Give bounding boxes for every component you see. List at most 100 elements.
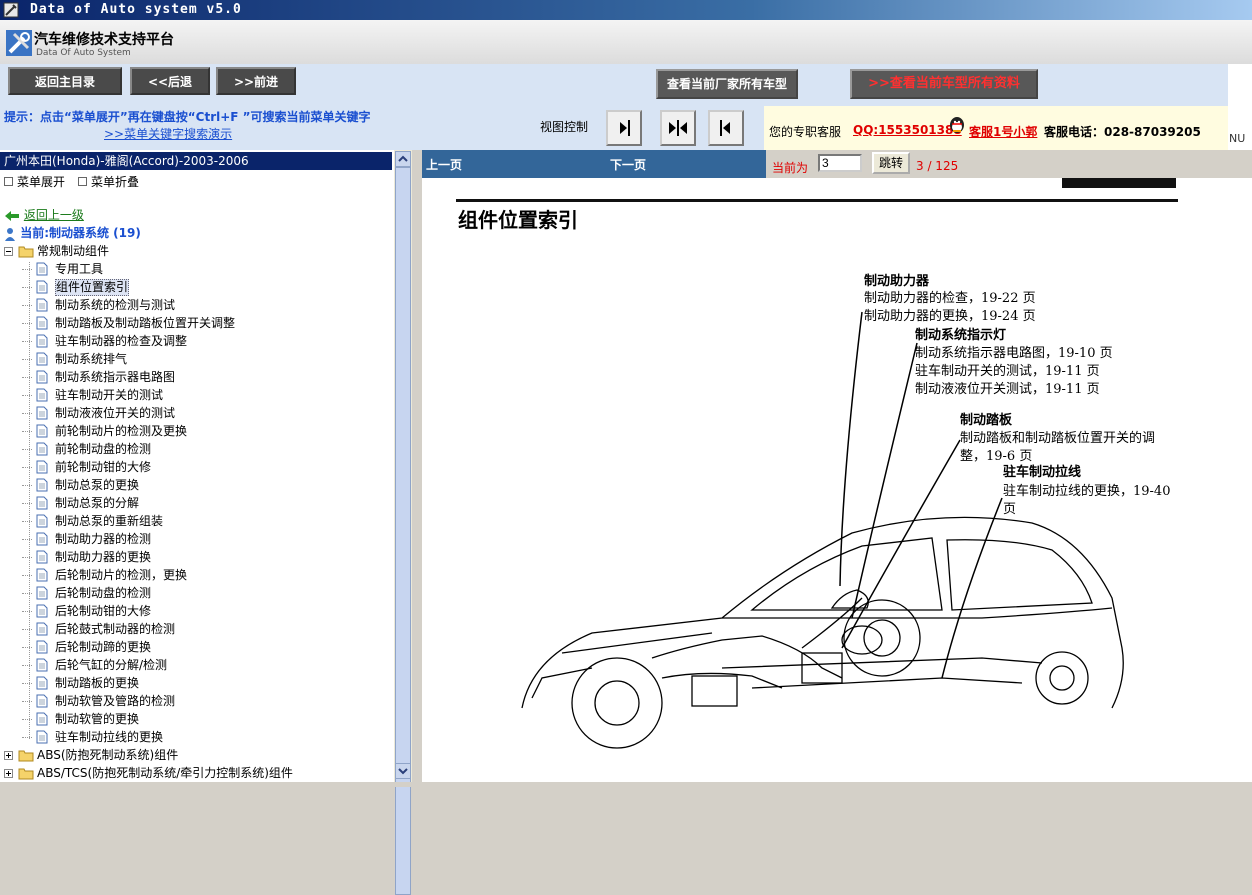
expand-menu-label: 菜单展开 xyxy=(17,175,66,189)
document-icon xyxy=(36,496,48,510)
tree-connector xyxy=(22,539,32,540)
tree-item-label: 制动软管的更换 xyxy=(55,712,140,726)
tree-connector xyxy=(22,683,32,684)
tree-connector xyxy=(22,395,32,396)
jump-button[interactable]: 跳转 xyxy=(872,152,910,174)
tree-connector xyxy=(22,647,32,648)
expand-menu-button[interactable]: 菜单展开 xyxy=(4,173,65,190)
document-view: 组件位置索引 制动助力器 制动助力器的检查，19-22 页 制动助力器的更换，1… xyxy=(422,178,1252,782)
tree-item-label: 制动总泵的重新组装 xyxy=(55,514,164,528)
tree-scrollbar[interactable] xyxy=(394,150,412,895)
tree-item-label: 后轮制动片的检测，更换 xyxy=(55,568,188,582)
folder-icon xyxy=(18,768,34,780)
tree-item-label: 后轮气缸的分解/检测 xyxy=(55,658,168,672)
chevron-down-icon xyxy=(398,768,408,775)
app-subtitle: Data Of Auto System xyxy=(36,48,131,58)
document-icon xyxy=(36,532,48,546)
service-label: 您的专职客服 xyxy=(769,125,842,139)
view-expand-left-button[interactable] xyxy=(606,110,642,146)
tree-connector-line xyxy=(29,262,30,739)
app-header: 汽车维修技术支持平台 Data Of Auto System xyxy=(0,20,1252,65)
tree-connector xyxy=(22,323,32,324)
tree-connector xyxy=(22,467,32,468)
tree-connector xyxy=(22,719,32,720)
document-icon xyxy=(36,514,48,528)
nav-toolbar: 返回主目录 <<后退 >>前进 查看当前厂家所有车型 >>查看当前车型所有资料 xyxy=(0,64,1228,107)
arrows-inward-icon xyxy=(669,120,687,136)
bottom-edge xyxy=(0,782,1252,787)
tree-item-label: 组件位置索引 xyxy=(55,279,130,296)
collapse-menu-label: 菜单折叠 xyxy=(91,175,140,189)
scroll-up-button[interactable] xyxy=(395,151,411,167)
tree-item-label: ABS(防抱死制动系统)组件 xyxy=(37,748,179,762)
folder-icon xyxy=(18,750,34,762)
document-icon xyxy=(36,334,48,348)
tree-item-label: 前轮制动片的检测及更换 xyxy=(55,424,188,438)
page-number-input[interactable] xyxy=(818,154,862,172)
edge-text: NU xyxy=(1229,132,1246,145)
view-expand-right-button[interactable] xyxy=(708,110,744,146)
document-icon xyxy=(36,298,48,312)
arrow-left-bar-icon xyxy=(720,120,730,136)
document-icon xyxy=(36,676,48,690)
qq-penguin-icon[interactable] xyxy=(947,114,967,134)
service-bar: 您的专职客服 QQ:1553501388 客服1号小郭 客服电话：028-870… xyxy=(764,106,1228,150)
tree-item-label: 后轮制动钳的大修 xyxy=(55,604,152,618)
tree-item-label: 制动助力器的检测 xyxy=(55,532,152,546)
tree-item-label: 制动系统指示器电路图 xyxy=(55,370,176,384)
back-button[interactable]: <<后退 xyxy=(130,67,210,95)
collapse-square-icon xyxy=(78,177,87,186)
view-split-button[interactable] xyxy=(660,110,696,146)
prev-page-button[interactable]: 上一页 xyxy=(426,156,462,173)
tree-item-label: 驻车制动开关的测试 xyxy=(55,388,164,402)
page-jump-bar: 当前为 跳转 3 / 125 xyxy=(766,150,1128,178)
main-menu-button[interactable]: 返回主目录 xyxy=(8,67,122,95)
app-title: 汽车维修技术支持平台 xyxy=(34,32,174,48)
tree-item-label: 制动踏板的更换 xyxy=(55,676,140,690)
tree-connector xyxy=(22,521,32,522)
window-title-bar: Data of Auto system v5.0 xyxy=(0,0,1252,20)
agent-link[interactable]: 客服1号小郭 xyxy=(969,123,1037,140)
tree-item-label: 前轮制动盘的检测 xyxy=(55,442,152,456)
tree-expand-icon[interactable] xyxy=(4,751,13,760)
tree-item-label: ABS/TCS(防抱死制动系统/牵引力控制系统)组件 xyxy=(37,766,293,780)
expand-square-icon xyxy=(4,177,13,186)
next-page-button[interactable]: 下一页 xyxy=(610,156,646,173)
tree-item-label: 前轮制动钳的大修 xyxy=(55,460,152,474)
all-models-button[interactable]: 查看当前厂家所有车型 xyxy=(656,69,798,99)
tree-connector xyxy=(22,557,32,558)
tree-connector xyxy=(22,287,32,288)
tree-item-label: 后轮制动盘的检测 xyxy=(55,586,152,600)
tree-connector xyxy=(22,701,32,702)
document-icon xyxy=(36,604,48,618)
tree-item-label: 后轮鼓式制动器的检测 xyxy=(55,622,176,636)
scroll-down-button[interactable] xyxy=(395,763,411,779)
tree-connector xyxy=(22,503,32,504)
tree-connector xyxy=(22,413,32,414)
document-icon xyxy=(36,586,48,600)
search-demo-link[interactable]: >>菜单关键字搜索演示 xyxy=(104,125,232,142)
forward-button[interactable]: >>前进 xyxy=(216,67,296,95)
tree-item-label: 制动总泵的分解 xyxy=(55,496,140,510)
panel-splitter[interactable] xyxy=(412,150,422,782)
tree-connector xyxy=(22,269,32,270)
all-data-button[interactable]: >>查看当前车型所有资料 xyxy=(850,69,1038,99)
tree-expand-icon[interactable] xyxy=(4,769,13,778)
tree-item-label: 制动液液位开关的测试 xyxy=(55,406,176,420)
collapse-menu-button[interactable]: 菜单折叠 xyxy=(78,173,139,190)
chevron-up-icon xyxy=(398,155,408,162)
qq-link[interactable]: QQ:1553501388 xyxy=(853,123,962,137)
tree-item-label: 制动助力器的更换 xyxy=(55,550,152,564)
document-icon xyxy=(36,262,48,276)
tree-connector xyxy=(22,575,32,576)
tree-connector xyxy=(22,629,32,630)
folder-open-icon xyxy=(18,246,34,258)
document-icon xyxy=(36,460,48,474)
tree-item-label: 常规制动组件 xyxy=(37,244,110,258)
tree-collapse-icon[interactable] xyxy=(4,247,13,256)
tree-connector xyxy=(22,431,32,432)
document-icon xyxy=(36,712,48,726)
model-header: 广州本田(Honda)-雅阁(Accord)-2003-2006 xyxy=(0,152,392,170)
document-icon xyxy=(36,424,48,438)
tree-connector xyxy=(22,665,32,666)
